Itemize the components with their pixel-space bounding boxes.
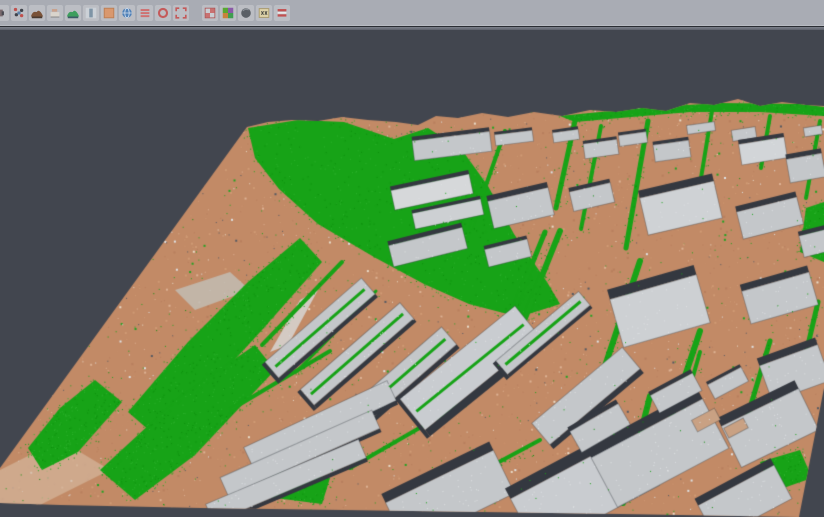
legend-bars-icon[interactable] bbox=[274, 5, 290, 21]
building-model-icon[interactable] bbox=[47, 5, 63, 21]
point-cloud-canvas[interactable] bbox=[0, 30, 824, 517]
cross-section-icon[interactable] bbox=[83, 5, 99, 21]
area-measure-icon[interactable] bbox=[101, 5, 117, 21]
app-window: { "toolbar": { "background": "#a9acb4", … bbox=[0, 0, 824, 517]
point-classification-icon[interactable] bbox=[11, 5, 27, 21]
attribute-table-icon[interactable] bbox=[256, 5, 272, 21]
clip-box-icon[interactable] bbox=[202, 5, 218, 21]
sphere-render-icon[interactable] bbox=[238, 5, 254, 21]
zoom-extent-icon[interactable] bbox=[173, 5, 189, 21]
vegetation-model-icon[interactable] bbox=[65, 5, 81, 21]
classified-cloud-icon[interactable] bbox=[220, 5, 236, 21]
terrain-model-icon[interactable] bbox=[29, 5, 45, 21]
globe-view-icon[interactable] bbox=[119, 5, 135, 21]
partial-tool-icon[interactable] bbox=[0, 5, 9, 21]
profile-layers-icon[interactable] bbox=[137, 5, 153, 21]
viewport-3d[interactable] bbox=[0, 30, 824, 517]
toolbar bbox=[0, 0, 824, 26]
circle-selection-icon[interactable] bbox=[155, 5, 171, 21]
